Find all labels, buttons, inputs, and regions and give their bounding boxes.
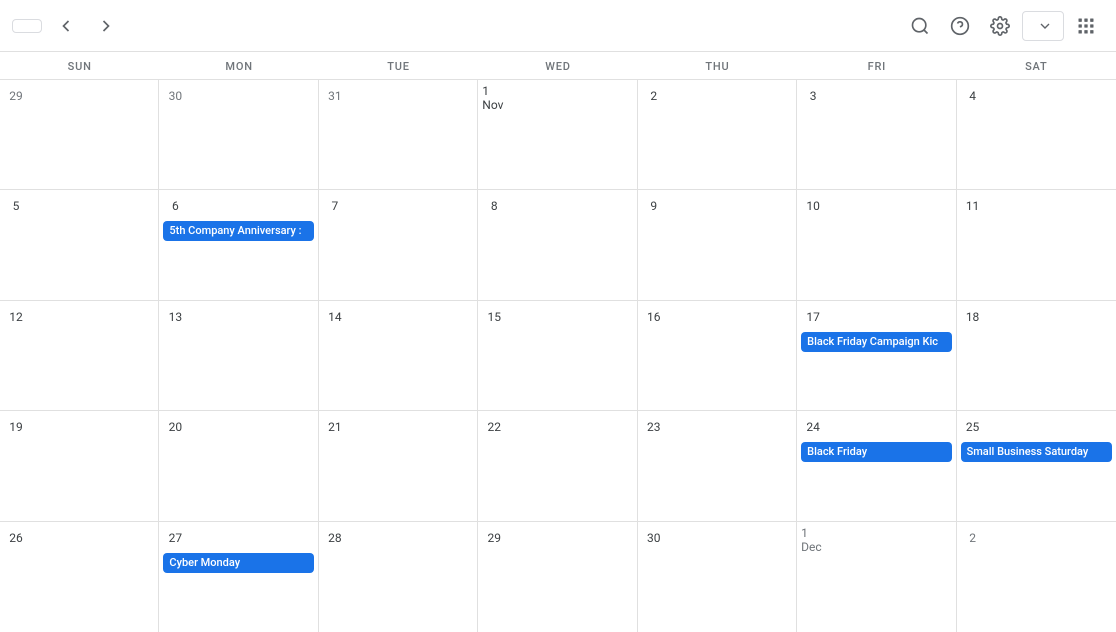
calendar-cell[interactable]: 30 [159,80,318,190]
calendar-cell[interactable]: 2 [638,80,797,190]
day-header-tue: TUE [319,52,478,79]
calendar-cell[interactable]: 2 [957,522,1116,632]
day-number[interactable]: 25 [961,415,985,439]
calendar-cell[interactable]: 9 [638,190,797,300]
calendar-cell[interactable]: 25 Small Business Saturday [957,411,1116,521]
day-number[interactable]: 16 [642,305,666,329]
calendar-event[interactable]: Cyber Monday [163,553,313,573]
calendar-cell[interactable]: 12 [0,301,159,411]
calendar-event[interactable]: Small Business Saturday [961,442,1112,462]
calendar-cell[interactable]: 26 [0,522,159,632]
day-number[interactable]: 5 [4,194,28,218]
calendar-cell[interactable]: 6 5th Company Anniversary : [159,190,318,300]
day-header-mon: MON [159,52,318,79]
calendar-cell[interactable]: 1 Dec [797,522,956,632]
header-actions [902,8,1104,44]
day-header-sun: SUN [0,52,159,79]
day-number[interactable]: 2 [961,526,985,550]
calendar-cell[interactable]: 11 [957,190,1116,300]
next-button[interactable] [90,10,122,42]
day-number[interactable]: 22 [482,415,506,439]
day-number[interactable]: 6 [163,194,187,218]
day-number[interactable]: 13 [163,305,187,329]
day-number[interactable]: 23 [642,415,666,439]
calendar-cell[interactable]: 17 Black Friday Campaign Kic [797,301,956,411]
day-number[interactable]: 19 [4,415,28,439]
apps-button[interactable] [1068,8,1104,44]
calendar-cell[interactable]: 5 [0,190,159,300]
chevron-down-icon [1037,18,1053,34]
day-number[interactable]: 11 [961,194,985,218]
calendar-cell[interactable]: 3 [797,80,956,190]
calendar-cell[interactable]: 20 [159,411,318,521]
calendar-cell[interactable]: 22 [478,411,637,521]
day-number[interactable]: 30 [163,84,187,108]
day-number[interactable]: 1 Nov [482,86,506,110]
day-number[interactable]: 10 [801,194,825,218]
day-header-fri: FRI [797,52,956,79]
day-number[interactable]: 21 [323,415,347,439]
calendar-header [0,0,1116,52]
day-headers: SUNMONTUEWEDTHUFRISAT [0,52,1116,80]
day-number[interactable]: 30 [642,526,666,550]
day-number[interactable]: 20 [163,415,187,439]
day-number[interactable]: 28 [323,526,347,550]
calendar-cell[interactable]: 27 Cyber Monday [159,522,318,632]
today-button[interactable] [12,19,42,33]
calendar-cell[interactable]: 23 [638,411,797,521]
calendar: SUNMONTUEWEDTHUFRISAT 2930311 Nov234565t… [0,52,1116,632]
calendar-cell[interactable]: 10 [797,190,956,300]
day-number[interactable]: 31 [323,84,347,108]
calendar-cell[interactable]: 8 [478,190,637,300]
day-number[interactable]: 4 [961,84,985,108]
calendar-cell[interactable]: 29 [0,80,159,190]
day-number[interactable]: 18 [961,305,985,329]
day-number[interactable]: 17 [801,305,825,329]
day-number[interactable]: 3 [801,84,825,108]
search-button[interactable] [902,8,938,44]
prev-button[interactable] [50,10,82,42]
calendar-cell[interactable]: 24 Black Friday [797,411,956,521]
day-number[interactable]: 29 [482,526,506,550]
calendar-event[interactable]: 5th Company Anniversary : [163,221,313,241]
calendar-cell[interactable]: 4 [957,80,1116,190]
day-header-thu: THU [638,52,797,79]
day-number[interactable]: 9 [642,194,666,218]
calendar-cell[interactable]: 21 [319,411,478,521]
calendar-cell[interactable]: 14 [319,301,478,411]
day-number[interactable]: 2 [642,84,666,108]
day-header-sat: SAT [957,52,1116,79]
calendar-event[interactable]: Black Friday Campaign Kic [801,332,951,352]
calendar-event[interactable]: Black Friday [801,442,951,462]
settings-button[interactable] [982,8,1018,44]
calendar-cell[interactable]: 16 [638,301,797,411]
help-button[interactable] [942,8,978,44]
calendar-cell[interactable]: 13 [159,301,318,411]
day-number[interactable]: 26 [4,526,28,550]
view-selector[interactable] [1022,11,1064,41]
calendar-grid: 2930311 Nov234565th Company Anniversary … [0,80,1116,632]
calendar-cell[interactable]: 31 [319,80,478,190]
day-number[interactable]: 8 [482,194,506,218]
day-number[interactable]: 27 [163,526,187,550]
day-number[interactable]: 14 [323,305,347,329]
day-number[interactable]: 29 [4,84,28,108]
day-header-wed: WED [478,52,637,79]
day-number[interactable]: 7 [323,194,347,218]
calendar-cell[interactable]: 15 [478,301,637,411]
day-number[interactable]: 15 [482,305,506,329]
calendar-cell[interactable]: 30 [638,522,797,632]
day-number[interactable]: 24 [801,415,825,439]
calendar-cell[interactable]: 28 [319,522,478,632]
calendar-cell[interactable]: 18 [957,301,1116,411]
calendar-cell[interactable]: 1 Nov [478,80,637,190]
apps-icon [1076,16,1096,36]
day-number[interactable]: 12 [4,305,28,329]
calendar-cell[interactable]: 19 [0,411,159,521]
calendar-cell[interactable]: 29 [478,522,637,632]
calendar-cell[interactable]: 7 [319,190,478,300]
day-number[interactable]: 1 Dec [801,528,825,552]
